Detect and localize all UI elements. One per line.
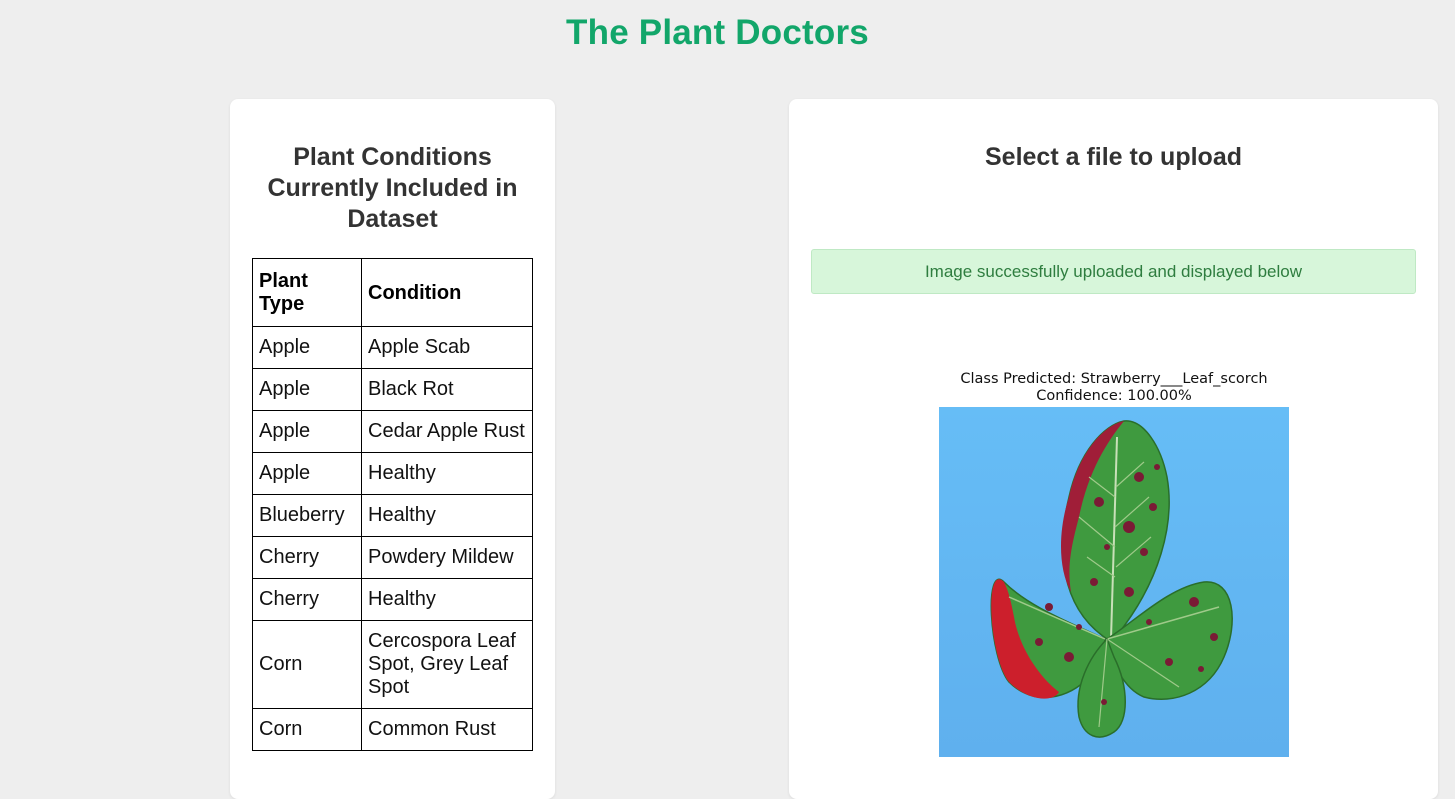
table-row: Corn Cercospora Leaf Spot, Grey Leaf Spo… <box>252 620 533 709</box>
prediction-class-label: Class Predicted: Strawberry___Leaf_scorc… <box>960 371 1268 387</box>
table-row: Cherry Healthy <box>252 578 533 621</box>
table-row: Apple Black Rot <box>252 368 533 411</box>
plant-type-cell: Cherry <box>252 578 362 621</box>
page-title: The Plant Doctors <box>566 13 869 52</box>
column-header-plant-type: Plant Type <box>252 258 362 327</box>
dataset-heading: Plant Conditions Currently Included in D… <box>267 143 518 233</box>
dataset-conditions-card: Plant Conditions Currently Included in D… <box>230 99 555 799</box>
plant-type-cell: Apple <box>252 410 362 453</box>
conditions-table: Plant Type Condition Apple Apple Scab Ap… <box>252 258 533 751</box>
condition-cell: Apple Scab <box>361 326 533 369</box>
table-row: Blueberry Healthy <box>252 494 533 537</box>
plant-type-cell: Apple <box>252 368 362 411</box>
uploaded-leaf-image <box>939 407 1289 757</box>
prediction-confidence-label: Confidence: 100.00% <box>1036 388 1192 404</box>
plant-type-cell: Cherry <box>252 536 362 579</box>
condition-cell: Cedar Apple Rust <box>361 410 533 453</box>
plant-type-cell: Blueberry <box>252 494 362 537</box>
condition-cell: Healthy <box>361 578 533 621</box>
table-header-row: Plant Type Condition <box>252 258 533 327</box>
condition-cell: Healthy <box>361 452 533 495</box>
condition-cell: Cercospora Leaf Spot, Grey Leaf Spot <box>361 620 533 709</box>
plant-type-cell: Apple <box>252 326 362 369</box>
table-row: Apple Healthy <box>252 452 533 495</box>
condition-cell: Common Rust <box>361 708 533 751</box>
column-header-condition: Condition <box>361 258 533 327</box>
plant-type-cell: Corn <box>252 620 362 709</box>
condition-cell: Powdery Mildew <box>361 536 533 579</box>
table-row: Corn Common Rust <box>252 708 533 751</box>
table-row: Apple Apple Scab <box>252 326 533 369</box>
upload-success-alert: Image successfully uploaded and displaye… <box>811 249 1416 294</box>
table-row: Cherry Powdery Mildew <box>252 536 533 579</box>
table-row: Apple Cedar Apple Rust <box>252 410 533 453</box>
condition-cell: Black Rot <box>361 368 533 411</box>
condition-cell: Healthy <box>361 494 533 537</box>
plant-type-cell: Corn <box>252 708 362 751</box>
plant-type-cell: Apple <box>252 452 362 495</box>
upload-card: Select a file to upload Image successful… <box>789 99 1438 799</box>
upload-heading: Select a file to upload <box>985 143 1242 171</box>
prediction-figure: Class Predicted: Strawberry___Leaf_scorc… <box>929 371 1299 757</box>
